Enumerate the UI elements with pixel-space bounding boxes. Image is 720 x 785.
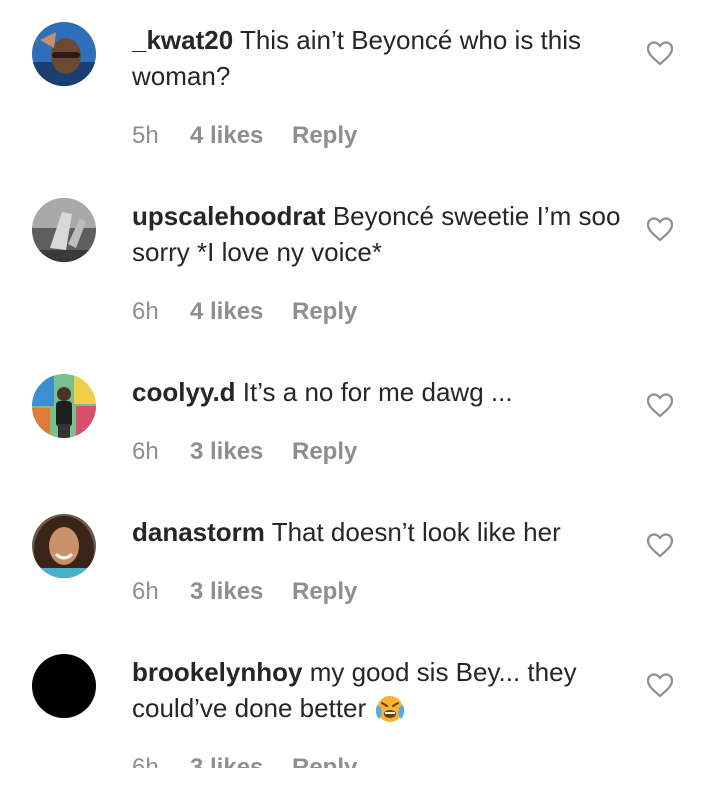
like-heart-icon[interactable] (646, 532, 674, 558)
avatar-photo-woman-smiling-icon (32, 514, 96, 578)
avatar[interactable] (32, 198, 96, 262)
crying-face-emoji-icon (373, 693, 407, 723)
comment-username[interactable]: _kwat20 (132, 25, 233, 55)
like-heart-icon[interactable] (646, 672, 674, 698)
comment-likes-count[interactable]: 3 likes (190, 754, 292, 768)
reply-button[interactable]: Reply (292, 578, 357, 606)
avatar[interactable] (32, 374, 96, 438)
comment-meta: 6h 4 likes Reply (132, 298, 357, 326)
comment-timestamp: 6h (132, 578, 159, 605)
comment-likes-count[interactable]: 4 likes (190, 122, 292, 150)
like-heart-icon[interactable] (646, 392, 674, 418)
avatar[interactable] (32, 22, 96, 86)
comment-timestamp: 5h (132, 122, 159, 149)
comment-meta: 6h 3 likes Reply (132, 754, 357, 768)
comment-username[interactable]: brookelynhoy (132, 657, 302, 687)
comment-username[interactable]: coolyy.d (132, 377, 236, 407)
comment-body: brookelynhoy my good sis Bey... they cou… (132, 654, 622, 726)
comment-body: _kwat20 This ain’t Beyoncé who is this w… (132, 22, 622, 94)
avatar[interactable] (32, 514, 96, 578)
like-heart-icon[interactable] (646, 40, 674, 66)
reply-button[interactable]: Reply (292, 122, 357, 150)
comment-username[interactable]: upscalehoodrat (132, 201, 326, 231)
comment-timestamp: 6h (132, 298, 159, 325)
avatar[interactable] (32, 654, 96, 718)
comment-likes-count[interactable]: 4 likes (190, 298, 292, 326)
reply-button[interactable]: Reply (292, 754, 357, 768)
comment-username[interactable]: danastorm (132, 517, 265, 547)
comment-meta: 6h 3 likes Reply (132, 438, 357, 466)
avatar-photo-man-selfie-icon (32, 22, 96, 86)
comment-body: danastorm That doesn’t look like her (132, 514, 622, 550)
comment-meta: 5h 4 likes Reply (132, 122, 357, 150)
comment-timestamp: 6h (132, 438, 159, 465)
comment-likes-count[interactable]: 3 likes (190, 438, 292, 466)
comment-meta: 6h 3 likes Reply (132, 578, 357, 606)
comment-likes-count[interactable]: 3 likes (190, 578, 292, 606)
comment-body: coolyy.d It’s a no for me dawg ... (132, 374, 622, 410)
comments-list: _kwat20 This ain’t Beyoncé who is this w… (0, 0, 720, 768)
like-heart-icon[interactable] (646, 216, 674, 242)
comment-text: That doesn’t look like her (271, 517, 561, 547)
comment-body: upscalehoodrat Beyoncé sweetie I’m soo s… (132, 198, 622, 270)
reply-button[interactable]: Reply (292, 298, 357, 326)
reply-button[interactable]: Reply (292, 438, 357, 466)
avatar-photo-bw-hands-icon (32, 198, 96, 262)
comment-text: It’s a no for me dawg ... (242, 377, 513, 407)
avatar-black-circle-icon (32, 654, 96, 718)
comment-timestamp: 6h (132, 754, 159, 768)
avatar-photo-man-mural-icon (32, 374, 96, 438)
